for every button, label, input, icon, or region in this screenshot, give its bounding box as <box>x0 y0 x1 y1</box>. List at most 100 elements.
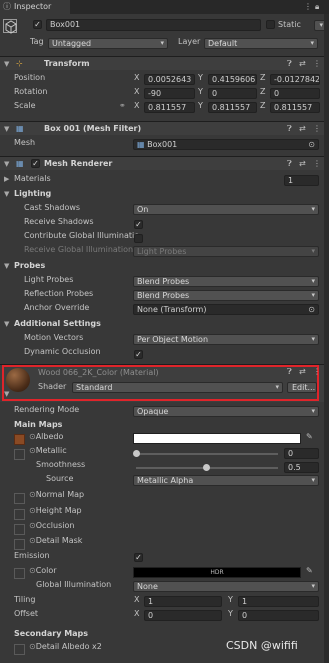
transform-title: Transform <box>44 59 90 68</box>
tag-dropdown[interactable]: Untagged ▾ <box>48 38 168 49</box>
dynamic-occlusion-checkbox[interactable]: ✓ <box>134 350 143 359</box>
mesh-value: Box001 <box>147 140 178 149</box>
foldout-arrow-icon[interactable]: ▶ <box>4 175 9 183</box>
link-icon[interactable]: ⚭ <box>119 101 126 110</box>
smoothness-slider-knob[interactable] <box>203 464 210 471</box>
occlusion-slot[interactable] <box>14 524 25 535</box>
help-icon[interactable]: ❓︎ <box>287 57 292 71</box>
scrollbar[interactable] <box>324 14 329 663</box>
metallic-value-field[interactable]: 0 <box>284 448 319 459</box>
y-axis-label: Y <box>198 73 203 82</box>
object-name-field[interactable]: Box001 <box>46 19 261 31</box>
edit-shader-button[interactable]: Edit... <box>287 382 317 393</box>
albedo-color-swatch[interactable] <box>133 433 301 444</box>
rendering-mode-dropdown[interactable]: Opaque ▾ <box>133 406 319 417</box>
foldout-arrow-icon[interactable]: ▼ <box>4 190 9 198</box>
transform-header[interactable]: ▼ ⊹ Transform ❓︎ ⇄ ⋮ <box>0 56 329 70</box>
offset-x-field[interactable]: 0 <box>144 610 222 621</box>
foldout-arrow-icon[interactable]: ▼ <box>4 262 9 270</box>
preset-icon[interactable]: ⇄ <box>299 367 306 376</box>
global-illumination-dropdown[interactable]: None ▾ <box>133 581 319 592</box>
position-z-field[interactable]: -0.0127842 <box>270 74 320 85</box>
color-label: ⊙Color <box>29 566 57 575</box>
pick-icon: ⊙ <box>29 642 36 651</box>
main-maps-label: Main Maps <box>14 420 63 429</box>
component-menu-icon[interactable]: ⋮ <box>313 367 321 376</box>
preset-icon[interactable]: ⇄ <box>299 157 306 171</box>
light-probes-dropdown[interactable]: Blend Probes ▾ <box>133 276 319 287</box>
foldout-arrow-icon[interactable]: ▼ <box>4 390 9 398</box>
help-icon[interactable]: ❓︎ <box>287 367 292 377</box>
emission-texture-slot[interactable] <box>14 568 25 579</box>
receive-shadows-checkbox[interactable]: ✓ <box>134 220 143 229</box>
component-menu-icon[interactable]: ⋮ <box>313 157 321 171</box>
foldout-arrow-icon[interactable]: ▼ <box>4 57 9 71</box>
eyedropper-icon[interactable]: ✎ <box>306 432 313 441</box>
object-picker-icon[interactable]: ⊙ <box>308 305 315 314</box>
normal-map-label-text: Normal Map <box>35 490 85 499</box>
mesh-filter-icon: ▦ <box>16 124 24 133</box>
albedo-texture-slot[interactable] <box>14 434 25 445</box>
emission-color-swatch[interactable]: HDR <box>133 567 301 578</box>
reflection-probes-dropdown[interactable]: Blend Probes ▾ <box>133 290 319 301</box>
eyedropper-icon[interactable]: ✎ <box>306 566 313 575</box>
mesh-object-field[interactable]: ▦ Box001 ⊙ <box>133 139 319 150</box>
layer-value: Default <box>208 39 238 48</box>
receive-shadows-label: Receive Shadows <box>24 217 94 226</box>
lock-icon[interactable]: 🔒︎ <box>315 2 319 12</box>
tiling-y-field[interactable]: 1 <box>238 596 319 607</box>
component-menu-icon[interactable]: ⋮ <box>313 57 321 71</box>
anchor-override-field[interactable]: None (Transform) ⊙ <box>133 304 319 315</box>
materials-count-field[interactable]: 1 <box>284 175 319 186</box>
reflection-probes-value: Blend Probes <box>137 291 190 300</box>
scale-y-field[interactable]: 0.811557 <box>208 102 257 113</box>
height-map-slot[interactable] <box>14 509 25 520</box>
metallic-texture-slot[interactable] <box>14 449 25 460</box>
smoothness-value-field[interactable]: 0.5 <box>284 462 319 473</box>
preset-icon[interactable]: ⇄ <box>299 57 306 71</box>
detail-mask-slot[interactable] <box>14 539 25 550</box>
z-axis-label: Z <box>260 73 266 82</box>
preset-icon[interactable]: ⇄ <box>299 122 306 136</box>
position-x-field[interactable]: 0.0052643 <box>144 74 195 85</box>
x-axis-label: X <box>134 101 140 110</box>
lighting-label: Lighting <box>14 189 52 198</box>
motion-vectors-dropdown[interactable]: Per Object Motion ▾ <box>133 334 319 345</box>
active-checkbox[interactable]: ✓ <box>33 20 42 29</box>
tiling-x-field[interactable]: 1 <box>144 596 222 607</box>
rotation-x-field[interactable]: -90 <box>144 88 195 99</box>
foldout-arrow-icon[interactable]: ▼ <box>4 320 9 328</box>
y-axis-label: Y <box>228 609 233 618</box>
position-y-field[interactable]: 0.4159606 <box>208 74 257 85</box>
mesh-renderer-header[interactable]: ▼ ▦ ✓ Mesh Renderer ❓︎ ⇄ ⋮ <box>0 156 329 170</box>
foldout-arrow-icon[interactable]: ▼ <box>4 157 9 171</box>
offset-y-field[interactable]: 0 <box>238 610 319 621</box>
watermark: CSDN @wififi <box>226 639 298 652</box>
mesh-filter-header[interactable]: ▼ ▦ Box 001 (Mesh Filter) ❓︎ ⇄ ⋮ <box>0 121 329 135</box>
scale-x-field[interactable]: 0.811557 <box>144 102 195 113</box>
component-menu-icon[interactable]: ⋮ <box>313 122 321 136</box>
pick-icon: ⊙ <box>29 536 36 545</box>
help-icon[interactable]: ❓︎ <box>287 157 292 171</box>
detail-albedo-slot[interactable] <box>14 644 25 655</box>
cast-shadows-dropdown[interactable]: On ▾ <box>133 204 319 215</box>
static-checkbox[interactable] <box>266 20 275 29</box>
source-dropdown[interactable]: Metallic Alpha ▾ <box>133 475 319 486</box>
contribute-gi-checkbox[interactable] <box>134 234 143 243</box>
rotation-z-field[interactable]: 0 <box>270 88 320 99</box>
tab-inspector[interactable]: ⓘ Inspector <box>0 0 70 14</box>
foldout-arrow-icon[interactable]: ▼ <box>4 122 9 136</box>
help-icon[interactable]: ❓︎ <box>287 122 292 136</box>
source-label: Source <box>46 474 74 483</box>
scale-z-field[interactable]: 0.811557 <box>270 102 320 113</box>
enabled-checkbox[interactable]: ✓ <box>31 159 40 168</box>
more-menu-icon[interactable]: ⋮ <box>304 2 312 11</box>
layer-dropdown[interactable]: Default ▾ <box>204 38 318 49</box>
emission-checkbox[interactable]: ✓ <box>134 553 143 562</box>
shader-dropdown[interactable]: Standard ▾ <box>72 382 283 393</box>
metallic-slider-track[interactable] <box>136 453 278 455</box>
rotation-y-field[interactable]: 0 <box>208 88 257 99</box>
normal-map-slot[interactable] <box>14 493 25 504</box>
metallic-slider-knob[interactable] <box>133 450 140 457</box>
object-picker-icon[interactable]: ⊙ <box>308 140 315 149</box>
